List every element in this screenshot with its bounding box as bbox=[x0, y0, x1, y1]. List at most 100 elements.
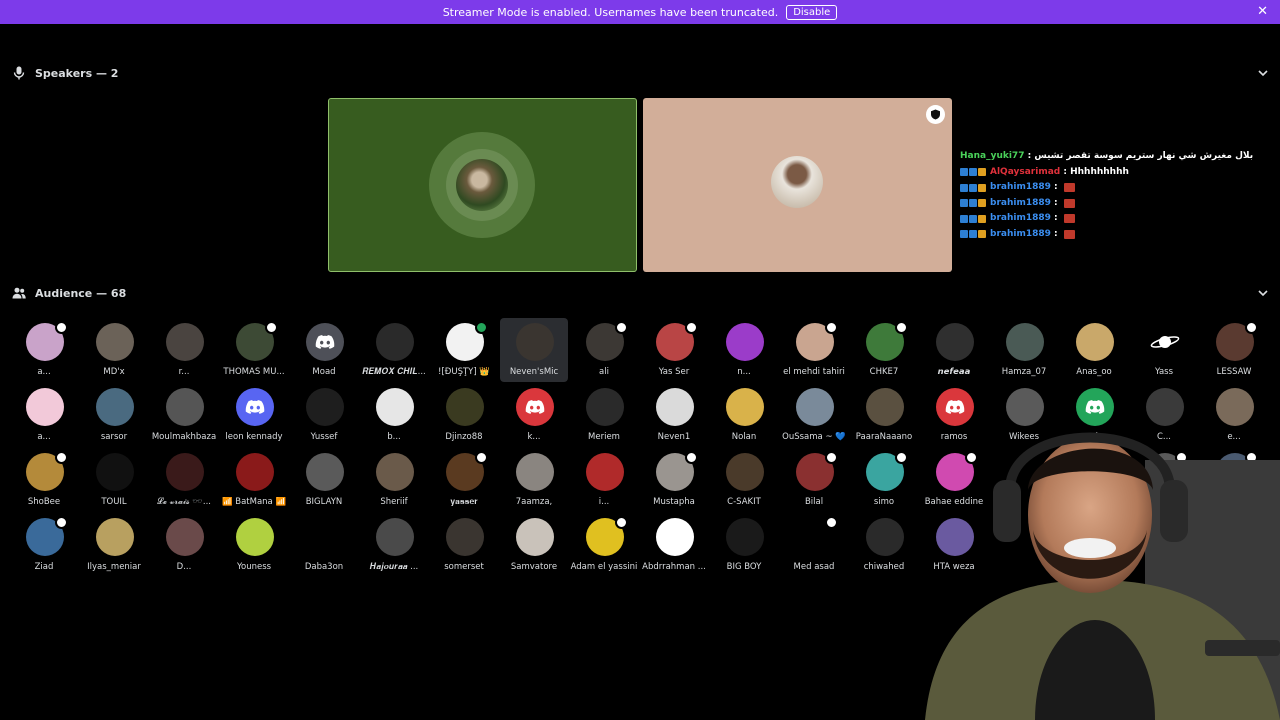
audience-member[interactable]: somerset bbox=[430, 513, 498, 577]
audience-member[interactable]: 7aamza, bbox=[500, 448, 568, 512]
avatar bbox=[796, 388, 834, 426]
audience-member[interactable]: leon kennady bbox=[220, 383, 288, 447]
chat-username: Hana_yuki77 bbox=[960, 151, 1025, 161]
audience-member[interactable]: chiwahed bbox=[850, 513, 918, 577]
audience-member[interactable]: Bilal bbox=[780, 448, 848, 512]
audience-member[interactable]: Djinzo88 bbox=[430, 383, 498, 447]
audience-member[interactable]: a... bbox=[10, 383, 78, 447]
member-name: Hamza_07 bbox=[1001, 367, 1047, 377]
member-name: Ziad bbox=[34, 562, 54, 572]
audience-member[interactable]: TOUIL bbox=[80, 448, 148, 512]
chat-separator: : bbox=[1050, 182, 1061, 192]
chat-badge-icon bbox=[969, 199, 977, 208]
audience-member[interactable]: Neven'sMic bbox=[500, 318, 568, 382]
audience-member[interactable]: Moulmakhbaza bbox=[150, 383, 218, 447]
member-name: 𝓛𝓮 𝓿𝓻𝓪𝓲𝓼 🕶️... bbox=[157, 497, 211, 507]
audience-member[interactable]: BIGLAYN bbox=[290, 448, 358, 512]
audience-member[interactable]: r... bbox=[150, 318, 218, 382]
avatar bbox=[936, 323, 974, 361]
audience-member[interactable]: Yas Ser bbox=[640, 318, 708, 382]
audience-member[interactable]: 𝐲𝐚𝐬𝐬𝐞𝐫 bbox=[430, 448, 498, 512]
audience-member[interactable]: 𝑹𝑬𝑴𝑶𝑿 𝑪𝑯𝑰𝑳... bbox=[360, 318, 428, 382]
member-name: Samvatore bbox=[510, 562, 558, 572]
audience-member[interactable]: simo bbox=[850, 448, 918, 512]
audience-member[interactable]: C-SAKIT bbox=[710, 448, 778, 512]
audience-member[interactable]: Abdrrahman ... bbox=[640, 513, 708, 577]
audience-member[interactable]: ali bbox=[570, 318, 638, 382]
audience-member[interactable]: a... bbox=[10, 318, 78, 382]
audience-member[interactable]: 𝓛𝓮 𝓿𝓻𝓪𝓲𝓼 🕶️... bbox=[150, 448, 218, 512]
avatar bbox=[166, 518, 204, 556]
chevron-down-icon[interactable] bbox=[1256, 66, 1270, 80]
member-name: 𝙣𝙚𝙛𝙚𝙖𝙖 bbox=[937, 367, 971, 377]
member-name: Med asad bbox=[793, 562, 835, 572]
audience-member[interactable]: el mehdi tahiri bbox=[780, 318, 848, 382]
chat-username: brahim1889 bbox=[990, 213, 1051, 223]
audience-member[interactable]: i... bbox=[570, 448, 638, 512]
audience-member[interactable]: D... bbox=[150, 513, 218, 577]
audience-member[interactable]: 𝙣𝙚𝙛𝙚𝙖𝙖 bbox=[920, 318, 988, 382]
audience-member[interactable]: Mustapha bbox=[640, 448, 708, 512]
audience-member[interactable]: CHKE7 bbox=[850, 318, 918, 382]
close-icon[interactable]: ✕ bbox=[1257, 4, 1268, 19]
audience-member[interactable]: Ilyas_meniar bbox=[80, 513, 148, 577]
member-name: Youness bbox=[236, 562, 272, 572]
chevron-down-icon[interactable] bbox=[1256, 286, 1270, 300]
speaker-tile[interactable] bbox=[643, 98, 952, 272]
audience-member[interactable]: Yussef bbox=[290, 383, 358, 447]
audience-member[interactable]: OuSsama ~ 💙 bbox=[780, 383, 848, 447]
audience-member[interactable]: PaaraNaaano bbox=[850, 383, 918, 447]
avatar bbox=[96, 323, 134, 361]
chat-badge-icon bbox=[978, 214, 986, 223]
audience-member[interactable]: 📶 BatMana 📶 bbox=[220, 448, 288, 512]
avatar bbox=[446, 388, 484, 426]
audience-member[interactable]: k... bbox=[500, 383, 568, 447]
avatar bbox=[166, 388, 204, 426]
audience-member[interactable]: n... bbox=[710, 318, 778, 382]
speakers-label: Speakers — 2 bbox=[35, 66, 119, 80]
audience-member[interactable]: Neven1 bbox=[640, 383, 708, 447]
mic-status-icon bbox=[1245, 321, 1258, 334]
audience-member[interactable]: Samvatore bbox=[500, 513, 568, 577]
mic-status-icon bbox=[825, 516, 838, 529]
audience-member[interactable]: ![ĐŪŞŢŸ] 👑 bbox=[430, 318, 498, 382]
chat-message: brahim1889 : bbox=[960, 211, 1180, 227]
avatar bbox=[306, 518, 344, 556]
speakers-header[interactable]: Speakers — 2 bbox=[12, 63, 1270, 83]
audience-member[interactable]: Med asad bbox=[780, 513, 848, 577]
speaker-tile[interactable] bbox=[328, 98, 637, 272]
audience-member[interactable]: MD'x bbox=[80, 318, 148, 382]
audience-member[interactable]: Meriem bbox=[570, 383, 638, 447]
audience-member[interactable]: b... bbox=[360, 383, 428, 447]
audience-member[interactable]: THOMAS MÜ... bbox=[220, 318, 288, 382]
audience-member[interactable]: Yass bbox=[1130, 318, 1198, 382]
audience-member[interactable]: sarsor bbox=[80, 383, 148, 447]
audience-member[interactable]: ShoBee bbox=[10, 448, 78, 512]
audience-member[interactable]: Daba3on bbox=[290, 513, 358, 577]
audience-member[interactable]: Adam el yassini bbox=[570, 513, 638, 577]
audience-member[interactable]: LESSAW bbox=[1200, 318, 1268, 382]
audience-member[interactable]: Moad bbox=[290, 318, 358, 382]
avatar bbox=[726, 518, 764, 556]
audience-member[interactable]: Nolan bbox=[710, 383, 778, 447]
audience-member[interactable]: Youness bbox=[220, 513, 288, 577]
chat-username: brahim1889 bbox=[990, 182, 1051, 192]
mic-status-icon bbox=[685, 451, 698, 464]
streamer-mode-banner: Streamer Mode is enabled. Usernames have… bbox=[0, 0, 1280, 24]
disable-streamer-mode-button[interactable]: Disable bbox=[786, 4, 838, 20]
audience-member[interactable]: Sheriif bbox=[360, 448, 428, 512]
discord-logo-icon bbox=[525, 399, 545, 414]
avatar bbox=[516, 388, 554, 426]
avatar bbox=[1146, 323, 1184, 361]
member-name: Bilal bbox=[804, 497, 824, 507]
shield-icon[interactable] bbox=[926, 105, 945, 124]
audience-member[interactable]: 𝑯𝒂𝒋𝒐𝒖𝒓𝒂𝒂 ... bbox=[360, 513, 428, 577]
chat-badge-icon bbox=[978, 183, 986, 192]
audience-member[interactable]: Ziad bbox=[10, 513, 78, 577]
audience-header[interactable]: Audience — 68 bbox=[12, 283, 1270, 303]
member-name: Nolan bbox=[731, 432, 757, 442]
audience-member[interactable]: Anas_oo bbox=[1060, 318, 1128, 382]
avatar bbox=[96, 518, 134, 556]
audience-member[interactable]: Hamza_07 bbox=[990, 318, 1058, 382]
audience-member[interactable]: BIG BOY bbox=[710, 513, 778, 577]
